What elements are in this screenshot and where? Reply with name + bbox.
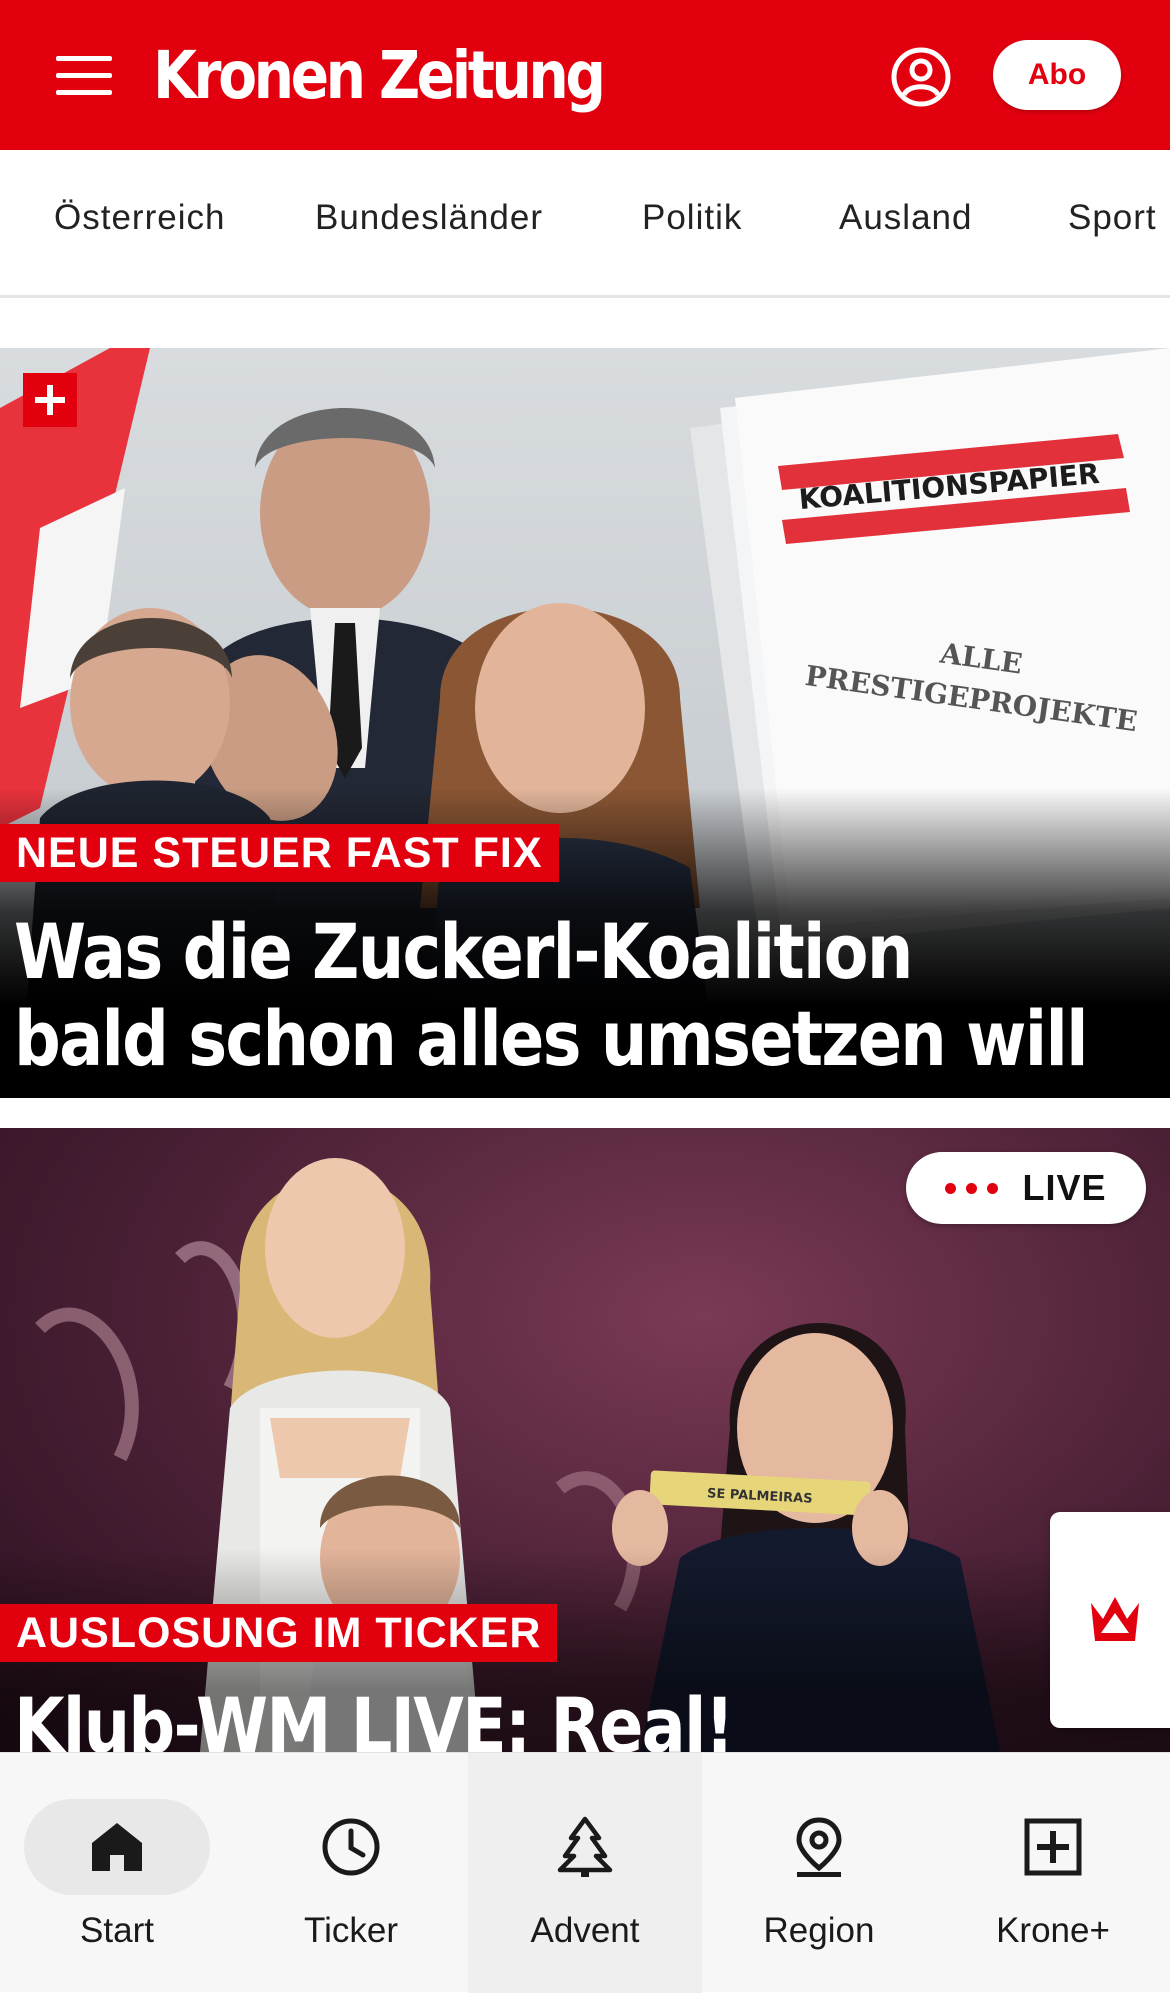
crown-icon xyxy=(1091,1597,1139,1641)
nav-label: Region xyxy=(763,1911,875,1950)
tree-icon xyxy=(555,1815,615,1879)
article-headline[interactable]: Klub-WM LIVE: Real! xyxy=(14,1682,1132,1752)
nav-label: Ticker xyxy=(304,1911,398,1950)
category-oesterreich[interactable]: Österreich xyxy=(54,198,225,238)
article-card-koalition[interactable]: KOALITIONSPAPIER ALLE PRESTIGEPROJEKTE N… xyxy=(0,348,1170,1098)
live-dots-icon xyxy=(945,1182,999,1194)
logo[interactable]: Kronen Zeitung xyxy=(153,36,606,116)
plus-square-icon xyxy=(1023,1815,1083,1879)
bottom-navigation: Start Ticker Advent Region Krone+ xyxy=(0,1752,1170,1993)
nav-tab-ticker[interactable]: Ticker xyxy=(234,1753,468,1993)
live-badge: LIVE xyxy=(906,1152,1146,1224)
krone-floating-tab[interactable] xyxy=(1050,1512,1170,1728)
nav-tab-krone-plus[interactable]: Krone+ xyxy=(936,1753,1170,1993)
user-account-icon[interactable] xyxy=(890,46,952,108)
category-politik[interactable]: Politik xyxy=(642,198,742,238)
clock-icon xyxy=(321,1815,381,1879)
article-kicker: AUSLOSUNG IM TICKER xyxy=(0,1604,558,1662)
nav-label: Krone+ xyxy=(996,1911,1110,1950)
category-ausland[interactable]: Ausland xyxy=(839,198,972,238)
plus-icon xyxy=(23,373,77,427)
nav-tab-advent[interactable]: Advent xyxy=(468,1753,702,1993)
location-pin-icon xyxy=(789,1815,849,1879)
headline-line: bald schon alles umsetzen will xyxy=(14,994,1089,1083)
category-nav: Österreich Bundesländer Politik Ausland … xyxy=(0,150,1170,298)
top-app-bar: Kronen Zeitung Abo xyxy=(0,0,1170,150)
abo-button[interactable]: Abo xyxy=(993,40,1121,110)
category-bundeslaender[interactable]: Bundesländer xyxy=(315,198,543,238)
article-card-klub-wm[interactable]: SE PALMEIRAS LIVE AUSLOSUNG IM TICKER Kl… xyxy=(0,1128,1170,1752)
hamburger-icon[interactable] xyxy=(56,56,112,96)
headline-line: Was die Zuckerl-Koalition xyxy=(14,907,913,996)
live-label: LIVE xyxy=(1022,1167,1107,1208)
nav-tab-start[interactable]: Start xyxy=(0,1753,234,1993)
article-kicker: NEUE STEUER FAST FIX xyxy=(0,824,559,882)
nav-label: Advent xyxy=(530,1911,640,1950)
nav-tab-region[interactable]: Region xyxy=(702,1753,936,1993)
home-icon xyxy=(87,1815,147,1879)
article-headline[interactable]: Was die Zuckerl-Koalition bald schon all… xyxy=(14,908,1132,1082)
category-sport[interactable]: Sport xyxy=(1068,198,1157,238)
nav-label: Start xyxy=(80,1911,154,1950)
